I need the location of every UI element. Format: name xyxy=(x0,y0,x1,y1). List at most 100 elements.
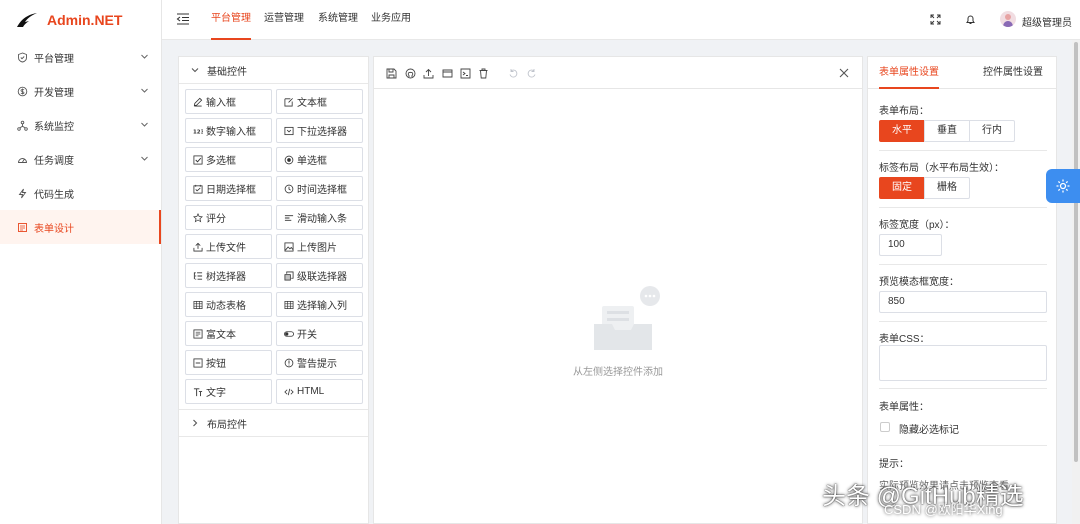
component-item[interactable]: 滑动输入条 xyxy=(276,205,363,230)
component-item-label: 输入框 xyxy=(206,98,236,109)
sidebar-item-label: 表单设计 xyxy=(34,223,74,235)
component-item[interactable]: 动态表格 xyxy=(185,292,272,317)
layout-horizontal-button[interactable]: 水平 xyxy=(879,120,925,142)
component-item[interactable]: 上传文件 xyxy=(185,234,272,259)
sidebar-item[interactable]: 系统监控 xyxy=(0,108,161,142)
shield-icon xyxy=(18,52,27,62)
alert-icon xyxy=(284,358,294,367)
component-item-label: 上传文件 xyxy=(206,243,246,254)
component-item-label: 下拉选择器 xyxy=(297,127,347,138)
preview-icon[interactable] xyxy=(442,68,453,79)
component-item[interactable]: 多选框 xyxy=(185,147,272,172)
chevron-down-icon xyxy=(141,156,148,161)
component-item[interactable]: 下拉选择器 xyxy=(276,118,363,143)
app-logo[interactable]: Admin.NET xyxy=(0,0,161,40)
sidebar-item-label: 任务调度 xyxy=(34,155,74,167)
component-item[interactable]: 级联选择器 xyxy=(276,263,363,288)
upload-icon[interactable] xyxy=(423,68,434,79)
username[interactable]: 超级管理员 xyxy=(1022,14,1072,29)
gear-icon xyxy=(1056,179,1070,193)
form-canvas[interactable]: 从左侧选择控件添加 xyxy=(373,56,863,524)
sidebar-menu: 平台管理开发管理系统监控任务调度代码生成表单设计 xyxy=(0,40,161,244)
component-item[interactable]: 警告提示 xyxy=(276,350,363,375)
divider xyxy=(879,388,1047,389)
component-item[interactable]: 输入框 xyxy=(185,89,272,114)
empty-hint: 从左侧选择控件添加 xyxy=(573,367,663,378)
form-css-textarea[interactable] xyxy=(879,345,1047,381)
avatar[interactable] xyxy=(1000,11,1016,27)
sidebar-item-label: 开发管理 xyxy=(34,87,74,99)
basic-components-header[interactable]: 基础控件 xyxy=(179,57,368,84)
component-item[interactable]: 上传图片 xyxy=(276,234,363,259)
component-item[interactable]: 文字 xyxy=(185,379,272,404)
component-item[interactable]: 单选框 xyxy=(276,147,363,172)
delete-icon[interactable] xyxy=(478,68,489,79)
settings-drawer-button[interactable] xyxy=(1046,169,1080,203)
component-item-label: 评分 xyxy=(206,214,226,225)
table-icon xyxy=(284,300,294,309)
label-fixed-button[interactable]: 固定 xyxy=(879,177,925,199)
nav-tab-operations[interactable]: 运营管理 xyxy=(264,0,304,40)
form-icon xyxy=(18,222,27,232)
github-icon[interactable] xyxy=(405,68,416,79)
component-item-label: 文字 xyxy=(206,388,226,399)
save-icon[interactable] xyxy=(386,68,397,79)
component-item[interactable]: 选择输入列 xyxy=(276,292,363,317)
label-grid-button[interactable]: 栅格 xyxy=(924,177,970,199)
cascade-icon xyxy=(284,271,294,280)
component-item-label: 警告提示 xyxy=(297,359,337,370)
sidebar-item[interactable]: 表单设计 xyxy=(0,210,161,244)
code-icon[interactable] xyxy=(460,68,471,79)
component-item[interactable]: HTML xyxy=(276,379,363,404)
fullscreen-icon[interactable] xyxy=(930,14,941,25)
tab-control-properties[interactable]: 控件属性设置 xyxy=(983,57,1043,89)
component-item-label: 日期选择框 xyxy=(206,185,256,196)
sidebar-item[interactable]: 代码生成 xyxy=(0,176,161,210)
layout-components-header[interactable]: 布局控件 xyxy=(179,410,368,437)
gauge-icon xyxy=(18,157,27,163)
sidebar-item[interactable]: 任务调度 xyxy=(0,142,161,176)
divider xyxy=(879,150,1047,151)
component-item[interactable]: 文本框 xyxy=(276,89,363,114)
label-width-input[interactable]: 100 xyxy=(879,234,942,256)
app-title: Admin.NET xyxy=(47,12,123,28)
component-item[interactable]: 时间选择框 xyxy=(276,176,363,201)
nav-tab-platform[interactable]: 平台管理 xyxy=(211,0,251,40)
redo-icon[interactable] xyxy=(526,68,537,79)
component-item[interactable]: 日期选择框 xyxy=(185,176,272,201)
modal-width-input[interactable]: 850 xyxy=(879,291,1047,313)
layout-vertical-button[interactable]: 垂直 xyxy=(924,120,970,142)
divider xyxy=(879,321,1047,322)
bell-icon[interactable] xyxy=(965,14,976,25)
empty-inbox-icon xyxy=(594,286,660,350)
scrollbar-thumb[interactable] xyxy=(1074,42,1078,462)
chevron-right-icon xyxy=(193,419,198,427)
sidebar-item[interactable]: 平台管理 xyxy=(0,40,161,74)
component-item-label: 动态表格 xyxy=(206,301,246,312)
close-icon[interactable] xyxy=(838,67,850,79)
nav-tab-business[interactable]: 业务应用 xyxy=(371,0,411,40)
component-panel: 基础控件 输入框 文本框 123数字输入框 下拉选择器多选框 单选框日期选择框 时间选择框… xyxy=(178,56,369,524)
layout-inline-button[interactable]: 行内 xyxy=(969,120,1015,142)
menu-collapse-icon[interactable] xyxy=(176,12,190,26)
component-item[interactable]: 按钮 xyxy=(185,350,272,375)
sidebar-item[interactable]: 开发管理 xyxy=(0,74,161,108)
hide-required-label[interactable]: 隐藏必选标记 xyxy=(899,421,959,436)
divider xyxy=(879,445,1047,446)
properties-panel: 表单属性设置 控件属性设置 表单布局： 水平 垂直 行内 标签布局（水平布局生效… xyxy=(867,56,1057,524)
lightning-icon xyxy=(18,188,27,198)
table-icon xyxy=(193,300,203,309)
component-item[interactable]: 树选择器 xyxy=(185,263,272,288)
nav-tab-system[interactable]: 系统管理 xyxy=(318,0,358,40)
component-item[interactable]: 123数字输入框 xyxy=(185,118,272,143)
component-item-label: 滑动输入条 xyxy=(297,214,347,225)
slider-icon xyxy=(284,214,294,221)
component-item[interactable]: 开关 xyxy=(276,321,363,346)
hide-required-checkbox[interactable] xyxy=(880,422,890,432)
component-item[interactable]: 富文本 xyxy=(185,321,272,346)
component-item[interactable]: 评分 xyxy=(185,205,272,230)
undo-icon[interactable] xyxy=(508,68,519,79)
component-item-label: 开关 xyxy=(297,330,317,341)
basic-components-title: 基础控件 xyxy=(207,66,247,78)
tab-form-properties[interactable]: 表单属性设置 xyxy=(879,57,939,89)
